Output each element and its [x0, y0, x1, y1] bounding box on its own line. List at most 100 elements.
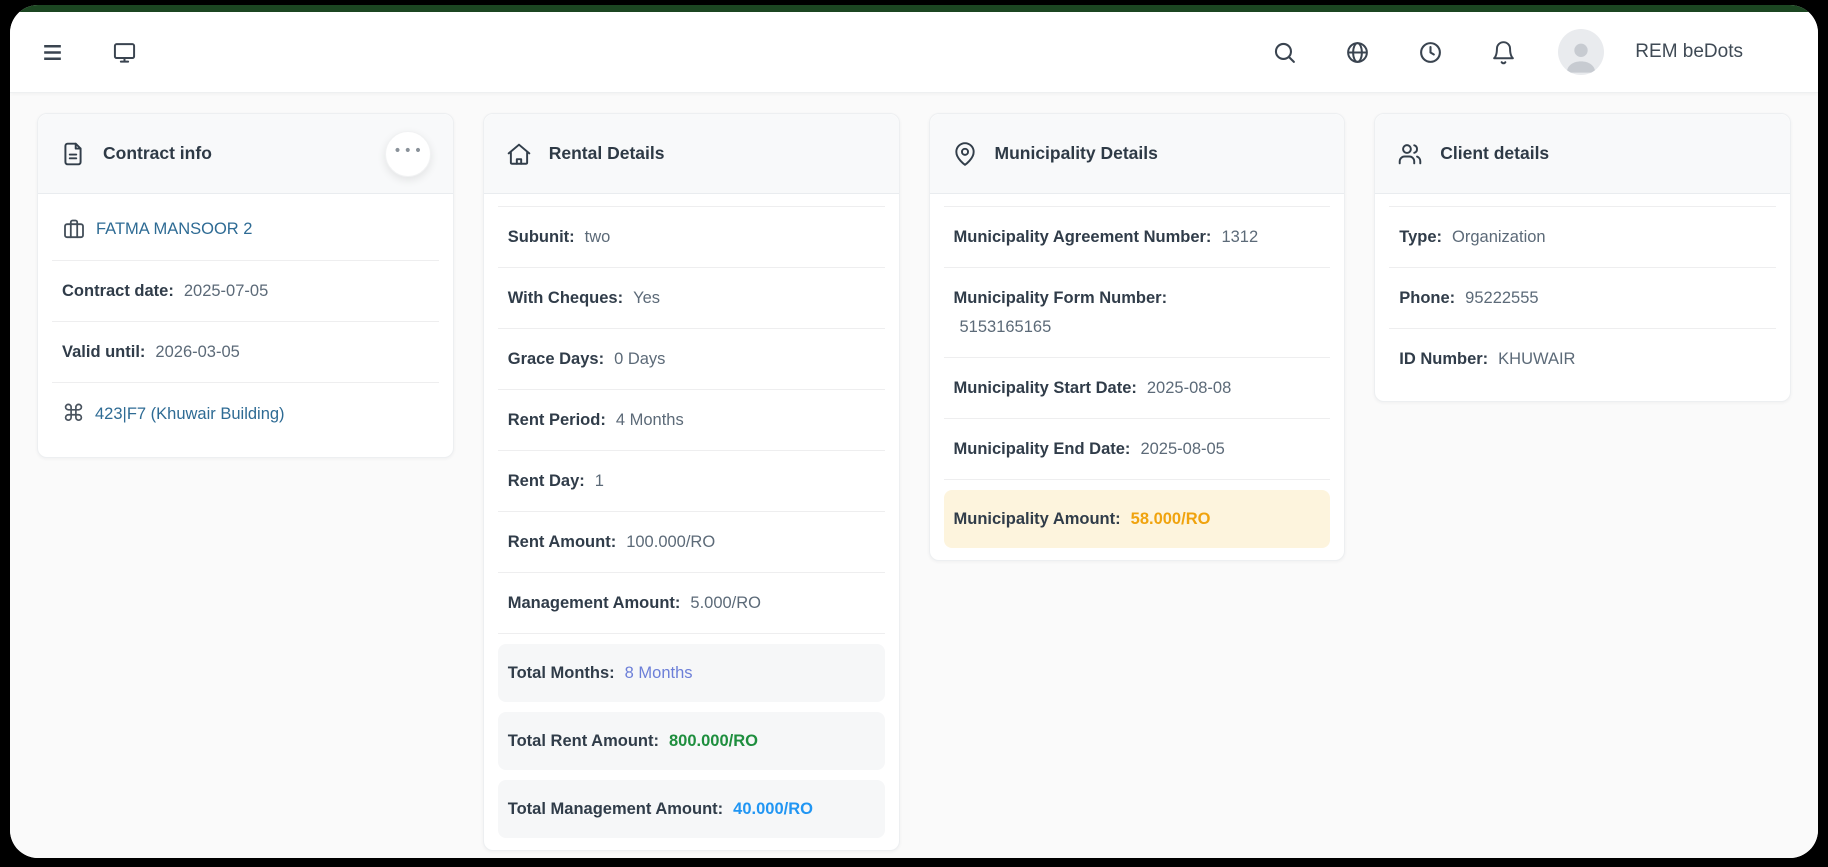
- card-title: Rental Details: [549, 143, 665, 164]
- type-row: Type: Organization: [1389, 206, 1776, 267]
- card-title: Client details: [1440, 143, 1549, 164]
- monitor-icon: [112, 40, 137, 65]
- card-municipality-details: Municipality Details Municipality Agreem…: [929, 113, 1346, 561]
- form-number-row: Municipality Form Number: 5153165165: [944, 267, 1331, 357]
- row-value: KHUWAIR: [1498, 348, 1575, 370]
- row-label: Total Months:: [508, 662, 615, 684]
- row-value: 58.000/RO: [1131, 508, 1211, 530]
- more-options-button[interactable]: •••: [385, 131, 431, 177]
- unit-link-row: ⌘ 423|F7 (Khuwair Building): [52, 382, 439, 445]
- row-value: 2025-08-08: [1147, 377, 1231, 399]
- end-date-row: Municipality End Date: 2025-08-05: [944, 418, 1331, 480]
- row-value: 2026-03-05: [155, 341, 239, 363]
- row-label: Municipality End Date:: [954, 438, 1131, 460]
- row-value: 1312: [1221, 226, 1258, 248]
- contract-card-body: FATMA MANSOOR 2 Contract date: 2025-07-0…: [38, 194, 453, 457]
- row-label: Subunit:: [508, 226, 575, 248]
- rent-period-row: Rent Period: 4 Months: [498, 389, 885, 450]
- id-number-row: ID Number: KHUWAIR: [1389, 328, 1776, 389]
- row-label: With Cheques:: [508, 287, 623, 309]
- phone-row: Phone: 95222555: [1389, 267, 1776, 328]
- command-icon: ⌘: [62, 402, 85, 426]
- briefcase-icon: [62, 217, 86, 241]
- file-text-icon: [60, 141, 86, 167]
- row-value: Organization: [1452, 226, 1546, 248]
- history-button[interactable]: [1416, 38, 1444, 66]
- contract-card-header: Contract info •••: [38, 114, 453, 194]
- row-label: Rent Day:: [508, 470, 585, 492]
- row-value: 40.000/RO: [733, 798, 813, 820]
- rental-card-body: Subunit: two With Cheques: Yes Grace Day…: [484, 194, 899, 850]
- topbar: REM beDots: [10, 12, 1818, 93]
- row-label: Total Management Amount:: [508, 798, 723, 820]
- row-label: Municipality Agreement Number:: [954, 226, 1212, 248]
- row-value: 8 Months: [625, 662, 693, 684]
- rent-day-row: Rent Day: 1: [498, 450, 885, 511]
- card-client-details: Client details Type: Organization Phone:…: [1374, 113, 1791, 402]
- row-label: Municipality Amount:: [954, 508, 1121, 530]
- municipality-card-header: Municipality Details: [930, 114, 1345, 194]
- row-label: Grace Days:: [508, 348, 604, 370]
- hamburger-icon: [40, 40, 65, 65]
- map-pin-icon: [952, 141, 978, 167]
- client-card-header: Client details: [1375, 114, 1790, 194]
- language-button[interactable]: [1343, 38, 1371, 66]
- display-button[interactable]: [110, 38, 138, 66]
- row-label: Municipality Start Date:: [954, 377, 1137, 399]
- unit-link[interactable]: 423|F7 (Khuwair Building): [95, 403, 285, 425]
- total-management-amount-row: Total Management Amount: 40.000/RO: [498, 780, 885, 838]
- subunit-row: Subunit: two: [498, 206, 885, 267]
- card-title: Municipality Details: [995, 143, 1158, 164]
- row-value: 1: [595, 470, 604, 492]
- municipality-card-body: Municipality Agreement Number: 1312 Muni…: [930, 194, 1345, 560]
- search-button[interactable]: [1270, 38, 1298, 66]
- row-value: 0 Days: [614, 348, 665, 370]
- rental-card-header: Rental Details: [484, 114, 899, 194]
- row-label: Management Amount:: [508, 592, 681, 614]
- row-label: Rent Amount:: [508, 531, 616, 553]
- row-label: Phone:: [1399, 287, 1455, 309]
- row-label: Type:: [1399, 226, 1442, 248]
- row-label: Valid until:: [62, 341, 145, 363]
- row-label: Rent Period:: [508, 409, 606, 431]
- rent-amount-row: Rent Amount: 100.000/RO: [498, 511, 885, 572]
- user-name: REM beDots: [1635, 41, 1743, 63]
- search-icon: [1272, 40, 1297, 65]
- start-date-row: Municipality Start Date: 2025-08-08: [944, 357, 1331, 418]
- content-area: Contract info ••• FATMA MANSOOR 2 Contra…: [10, 93, 1818, 858]
- row-label: Municipality Form Number:: [954, 289, 1168, 307]
- row-value: 2025-07-05: [184, 280, 268, 302]
- row-value: Yes: [633, 287, 660, 309]
- total-rent-amount-row: Total Rent Amount: 800.000/RO: [498, 712, 885, 770]
- total-months-row: Total Months: 8 Months: [498, 644, 885, 702]
- globe-icon: [1345, 40, 1370, 65]
- municipality-amount-row: Municipality Amount: 58.000/RO: [944, 490, 1331, 548]
- row-label: Contract date:: [62, 280, 174, 302]
- top-accent-bar: [10, 5, 1818, 12]
- row-value: 95222555: [1465, 287, 1538, 309]
- valid-until-row: Valid until: 2026-03-05: [52, 321, 439, 382]
- building-link[interactable]: FATMA MANSOOR 2: [96, 218, 252, 240]
- bell-icon: [1491, 40, 1516, 65]
- avatar[interactable]: [1558, 29, 1604, 75]
- contract-date-row: Contract date: 2025-07-05: [52, 260, 439, 321]
- row-value: 100.000/RO: [626, 531, 715, 553]
- card-rental-details: Rental Details Subunit: two With Cheques…: [483, 113, 900, 851]
- person-icon: [1561, 29, 1601, 75]
- row-label: Total Rent Amount:: [508, 730, 659, 752]
- card-title: Contract info: [103, 143, 212, 164]
- topbar-right-group: REM beDots: [1270, 29, 1743, 75]
- users-icon: [1397, 141, 1423, 167]
- clock-icon: [1418, 40, 1443, 65]
- menu-button[interactable]: [38, 38, 66, 66]
- row-value: 5153165165: [954, 316, 1321, 338]
- row-value: 2025-08-05: [1140, 438, 1224, 460]
- management-amount-row: Management Amount: 5.000/RO: [498, 572, 885, 634]
- notifications-button[interactable]: [1489, 38, 1517, 66]
- topbar-left-group: [38, 38, 138, 66]
- row-value: 4 Months: [616, 409, 684, 431]
- card-contract-info: Contract info ••• FATMA MANSOOR 2 Contra…: [37, 113, 454, 458]
- grace-days-row: Grace Days: 0 Days: [498, 328, 885, 389]
- with-cheques-row: With Cheques: Yes: [498, 267, 885, 328]
- home-icon: [506, 141, 532, 167]
